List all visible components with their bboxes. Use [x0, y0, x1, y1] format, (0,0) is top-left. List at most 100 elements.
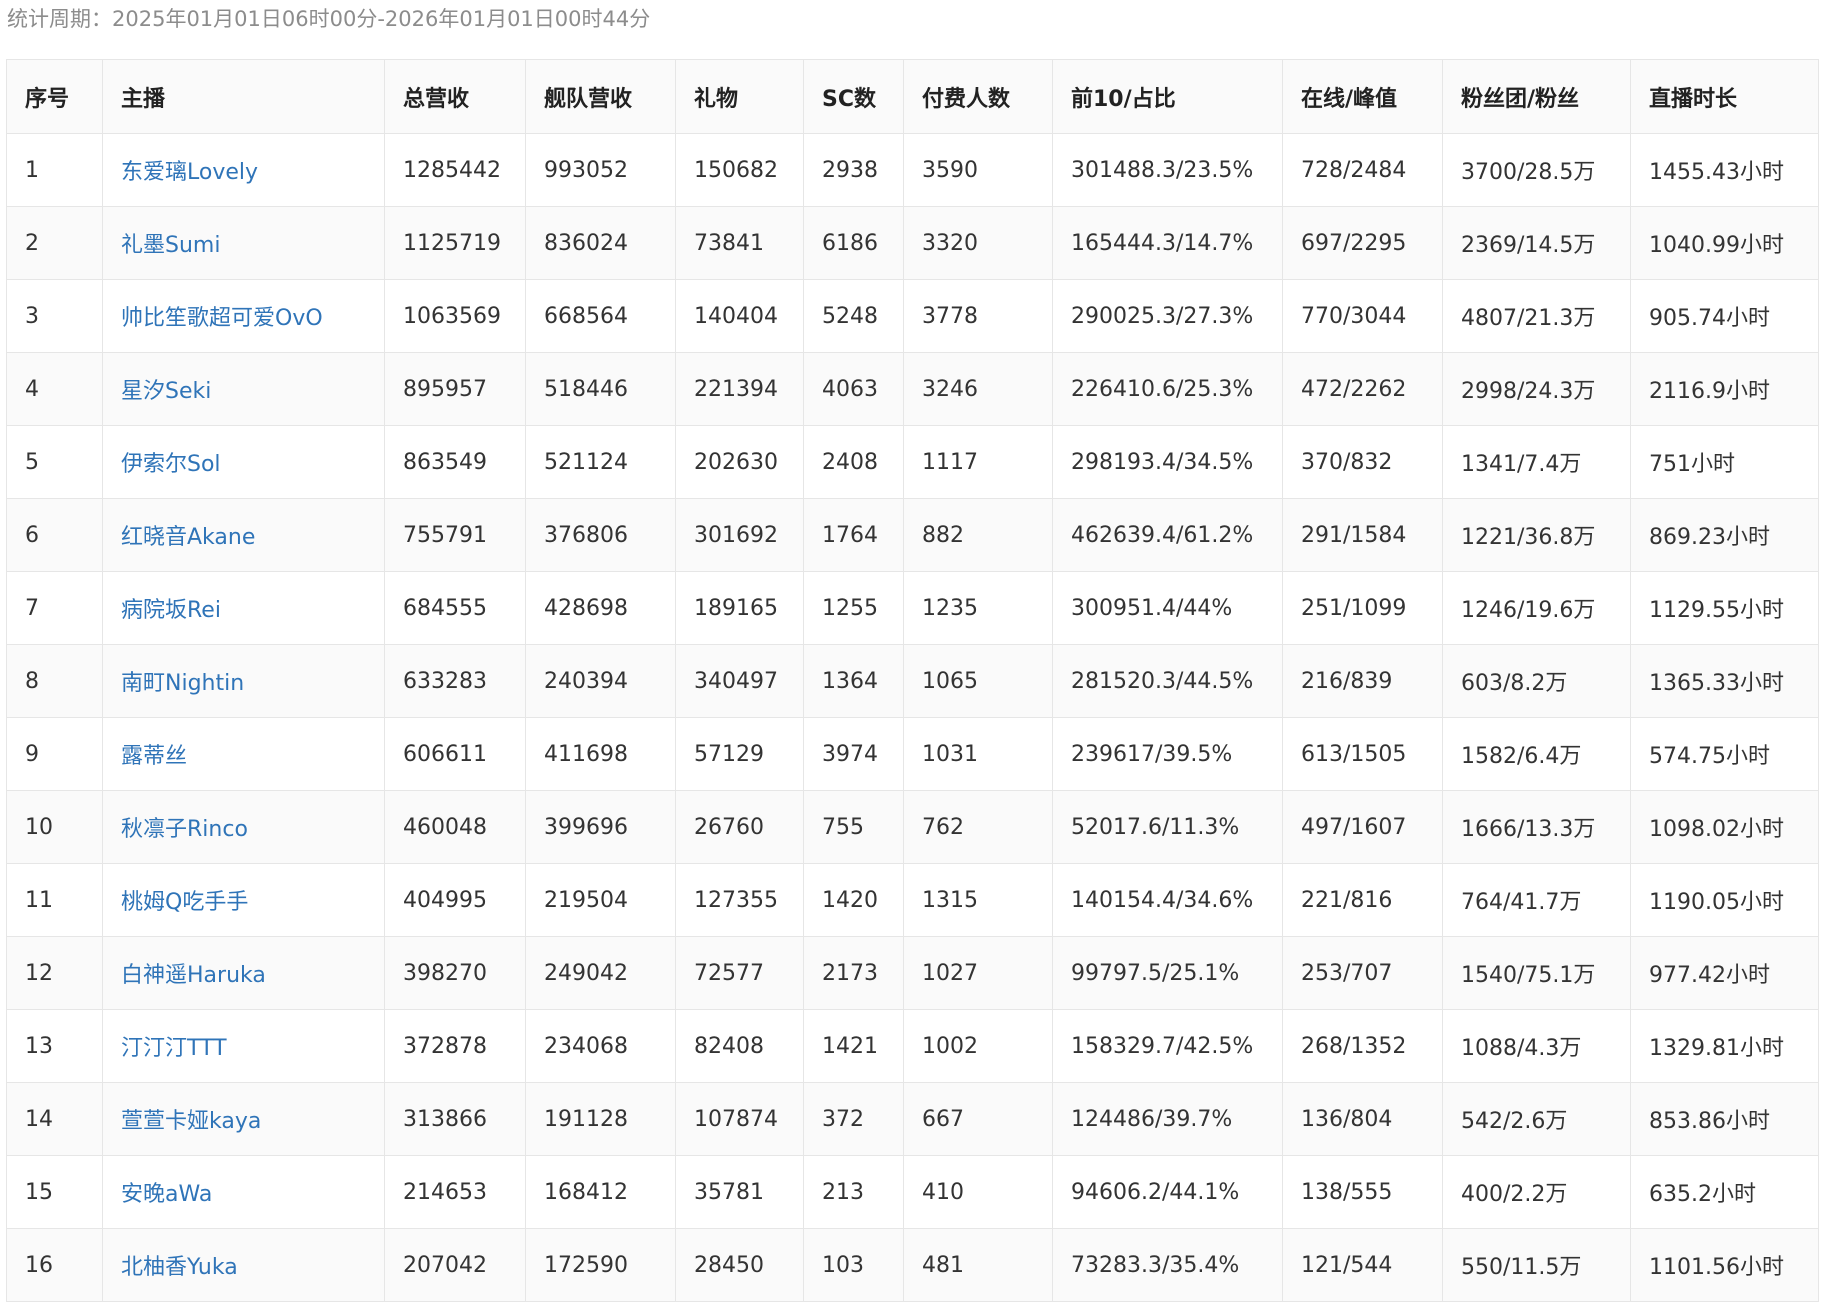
cell-sc-count: 6186	[803, 206, 904, 280]
cell-sc-count: 213	[803, 1155, 904, 1229]
cell-streamer: 礼墨Sumi	[102, 206, 385, 280]
streamer-link[interactable]: 帅比笙歌超可爱OvO	[121, 306, 323, 331]
cell-fleet-revenue: 219504	[525, 863, 676, 937]
cell-payers: 1117	[903, 425, 1053, 499]
cell-gifts: 150682	[675, 133, 804, 207]
streamer-link[interactable]: 礼墨Sumi	[121, 233, 220, 258]
table-header-row: 序号 主播 总营收 舰队营收 礼物 SC数 付费人数 前10/占比 在线/峰值 粉丝团/粉丝 直播时…	[6, 59, 1819, 134]
cell-rank: 6	[6, 498, 103, 572]
cell-fans: 1540/75.1万	[1442, 936, 1631, 1010]
cell-fans: 3700/28.5万	[1442, 133, 1631, 207]
cell-top10-ratio: 73283.3/35.4%	[1052, 1228, 1283, 1302]
cell-fans: 4807/21.3万	[1442, 279, 1631, 353]
table-row: 9 露蒂丝 606611 411698 57129 3974 1031 239617/39.5…	[6, 717, 1819, 791]
cell-payers: 3246	[903, 352, 1053, 426]
cell-online-peak: 121/544	[1282, 1228, 1443, 1302]
cell-stream-duration: 853.86小时	[1630, 1082, 1819, 1156]
streamer-link[interactable]: 汀汀汀TTT	[121, 1036, 227, 1061]
cell-streamer: 伊索尔Sol	[102, 425, 385, 499]
cell-rank: 5	[6, 425, 103, 499]
streamer-link[interactable]: 露蒂丝	[121, 744, 187, 769]
cell-payers: 3590	[903, 133, 1053, 207]
table-row: 8 南町Nightin 633283 240394 340497 1364 1065 2815…	[6, 644, 1819, 718]
cell-online-peak: 728/2484	[1282, 133, 1443, 207]
cell-streamer: 红晓音Akane	[102, 498, 385, 572]
col-header-rank[interactable]: 序号	[6, 59, 103, 134]
col-header-payers[interactable]: 付费人数	[903, 59, 1053, 134]
cell-streamer: 病院坂Rei	[102, 571, 385, 645]
cell-gifts: 73841	[675, 206, 804, 280]
cell-gifts: 82408	[675, 1009, 804, 1083]
col-header-fleet-revenue[interactable]: 舰队营收	[525, 59, 676, 134]
cell-fleet-revenue: 993052	[525, 133, 676, 207]
cell-stream-duration: 905.74小时	[1630, 279, 1819, 353]
table-row: 3 帅比笙歌超可爱OvO 1063569 668564 140404 5248 3778 29…	[6, 279, 1819, 353]
table-row: 13 汀汀汀TTT 372878 234068 82408 1421 1002 158329.…	[6, 1009, 1819, 1083]
cell-streamer: 秋凛子Rinco	[102, 790, 385, 864]
cell-online-peak: 221/816	[1282, 863, 1443, 937]
cell-fans: 1246/19.6万	[1442, 571, 1631, 645]
cell-gifts: 57129	[675, 717, 804, 791]
cell-total-revenue: 404995	[384, 863, 526, 937]
streamer-link[interactable]: 北柚香Yuka	[121, 1255, 238, 1280]
cell-payers: 762	[903, 790, 1053, 864]
stats-period: 统计周期：2025年01月01日06时00分-2026年01月01日00时44分	[7, 7, 651, 31]
cell-top10-ratio: 165444.3/14.7%	[1052, 206, 1283, 280]
cell-online-peak: 697/2295	[1282, 206, 1443, 280]
cell-payers: 882	[903, 498, 1053, 572]
streamer-link[interactable]: 桃姆Q吃手手	[121, 890, 248, 915]
cell-online-peak: 497/1607	[1282, 790, 1443, 864]
col-header-sc-count[interactable]: SC数	[803, 59, 904, 134]
cell-total-revenue: 863549	[384, 425, 526, 499]
cell-total-revenue: 207042	[384, 1228, 526, 1302]
col-header-total-revenue[interactable]: 总营收	[384, 59, 526, 134]
streamer-link[interactable]: 安晚aWa	[121, 1182, 212, 1207]
cell-rank: 16	[6, 1228, 103, 1302]
cell-stream-duration: 977.42小时	[1630, 936, 1819, 1010]
cell-total-revenue: 684555	[384, 571, 526, 645]
cell-sc-count: 1364	[803, 644, 904, 718]
streamer-link[interactable]: 秋凛子Rinco	[121, 817, 248, 842]
cell-online-peak: 216/839	[1282, 644, 1443, 718]
col-header-fans[interactable]: 粉丝团/粉丝	[1442, 59, 1631, 134]
col-header-streamer[interactable]: 主播	[102, 59, 385, 134]
cell-top10-ratio: 99797.5/25.1%	[1052, 936, 1283, 1010]
cell-rank: 3	[6, 279, 103, 353]
col-header-stream-duration[interactable]: 直播时长	[1630, 59, 1819, 134]
streamer-link[interactable]: 红晓音Akane	[121, 525, 255, 550]
col-header-top10-ratio[interactable]: 前10/占比	[1052, 59, 1283, 134]
cell-rank: 9	[6, 717, 103, 791]
col-header-gifts[interactable]: 礼物	[675, 59, 804, 134]
streamer-link[interactable]: 东爱璃Lovely	[121, 160, 258, 185]
cell-sc-count: 755	[803, 790, 904, 864]
cell-online-peak: 268/1352	[1282, 1009, 1443, 1083]
cell-sc-count: 2173	[803, 936, 904, 1010]
col-header-online-peak[interactable]: 在线/峰值	[1282, 59, 1443, 134]
cell-sc-count: 1420	[803, 863, 904, 937]
cell-gifts: 107874	[675, 1082, 804, 1156]
streamer-link[interactable]: 伊索尔Sol	[121, 452, 221, 477]
cell-top10-ratio: 226410.6/25.3%	[1052, 352, 1283, 426]
streamer-link[interactable]: 白神遥Haruka	[121, 963, 266, 988]
streamer-link[interactable]: 萱萱卡娅kaya	[121, 1109, 261, 1134]
cell-online-peak: 136/804	[1282, 1082, 1443, 1156]
cell-stream-duration: 1098.02小时	[1630, 790, 1819, 864]
cell-sc-count: 3974	[803, 717, 904, 791]
table-row: 7 病院坂Rei 684555 428698 189165 1255 1235 300951.…	[6, 571, 1819, 645]
cell-total-revenue: 633283	[384, 644, 526, 718]
cell-top10-ratio: 298193.4/34.5%	[1052, 425, 1283, 499]
streamer-link[interactable]: 病院坂Rei	[121, 598, 221, 623]
cell-rank: 11	[6, 863, 103, 937]
cell-total-revenue: 895957	[384, 352, 526, 426]
cell-fleet-revenue: 234068	[525, 1009, 676, 1083]
streamer-link[interactable]: 星汐Seki	[121, 379, 211, 404]
cell-streamer: 桃姆Q吃手手	[102, 863, 385, 937]
cell-streamer: 萱萱卡娅kaya	[102, 1082, 385, 1156]
streamer-link[interactable]: 南町Nightin	[121, 671, 244, 696]
table-body: 1 东爱璃Lovely 1285442 993052 150682 2938 3590 301…	[6, 133, 1819, 1302]
cell-gifts: 28450	[675, 1228, 804, 1302]
cell-online-peak: 251/1099	[1282, 571, 1443, 645]
cell-online-peak: 613/1505	[1282, 717, 1443, 791]
cell-streamer: 帅比笙歌超可爱OvO	[102, 279, 385, 353]
cell-top10-ratio: 158329.7/42.5%	[1052, 1009, 1283, 1083]
